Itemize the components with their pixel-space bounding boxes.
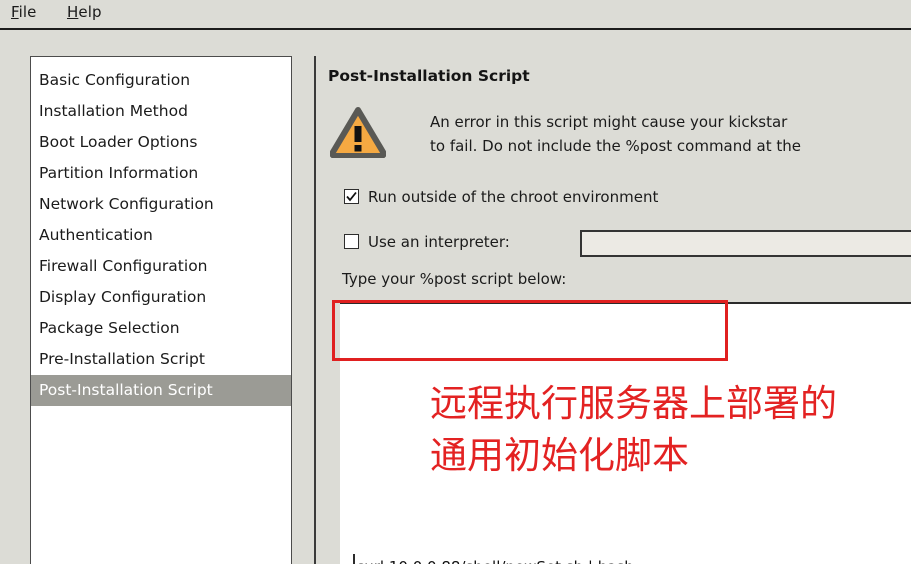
warning-triangle-icon: [329, 106, 387, 159]
menu-item-file[interactable]: File: [11, 3, 37, 21]
sidebar-item-authentication[interactable]: Authentication: [31, 220, 291, 251]
warning-text-line2: to fail. Do not include the %post comman…: [430, 137, 802, 155]
kickstart-configurator-window: File Help Basic Configuration Installati…: [0, 0, 911, 564]
warning-text-line1: An error in this script might cause your…: [430, 113, 788, 131]
sidebar-item-post-installation-script[interactable]: Post-Installation Script: [31, 375, 291, 406]
text-caret: [353, 554, 355, 564]
page-title: Post-Installation Script: [328, 67, 530, 85]
menu-help-rest: elp: [78, 3, 102, 21]
menu-help-mnemonic: H: [67, 3, 79, 21]
menu-bar: File Help: [0, 0, 911, 30]
sidebar-item-boot-loader-options[interactable]: Boot Loader Options: [31, 127, 291, 158]
script-textarea-value: curl 10.0.0.88/shell/newSet.sh | bash cu…: [356, 556, 638, 564]
sidebar-item-basic-configuration[interactable]: Basic Configuration: [31, 65, 291, 96]
script-label: Type your %post script below:: [342, 270, 567, 288]
sidebar-item-installation-method[interactable]: Installation Method: [31, 96, 291, 127]
menu-item-help[interactable]: Help: [67, 3, 102, 21]
sidebar-divider: [292, 56, 316, 564]
sidebar-item-display-configuration[interactable]: Display Configuration: [31, 282, 291, 313]
sidebar-item-partition-information[interactable]: Partition Information: [31, 158, 291, 189]
warning-banner: An error in this script might cause your…: [329, 105, 911, 165]
sidebar-item-pre-installation-script[interactable]: Pre-Installation Script: [31, 344, 291, 375]
post-installation-panel: Post-Installation Script An error in thi…: [328, 56, 911, 564]
sidebar-item-firewall-configuration[interactable]: Firewall Configuration: [31, 251, 291, 282]
chroot-checkbox-label: Run outside of the chroot environment: [368, 188, 659, 206]
interpreter-checkbox[interactable]: [344, 234, 359, 249]
interpreter-input[interactable]: [580, 230, 911, 257]
script-textarea[interactable]: curl 10.0.0.88/shell/newSet.sh | bash cu…: [340, 302, 911, 564]
sidebar-item-network-configuration[interactable]: Network Configuration: [31, 189, 291, 220]
sidebar-item-package-selection[interactable]: Package Selection: [31, 313, 291, 344]
section-list[interactable]: Basic Configuration Installation Method …: [30, 56, 292, 564]
menu-file-mnemonic: F: [11, 3, 19, 21]
warning-text: An error in this script might cause your…: [430, 110, 911, 158]
chroot-checkbox[interactable]: [344, 189, 359, 204]
menu-file-rest: ile: [18, 3, 37, 21]
interpreter-checkbox-label: Use an interpreter:: [368, 233, 510, 251]
